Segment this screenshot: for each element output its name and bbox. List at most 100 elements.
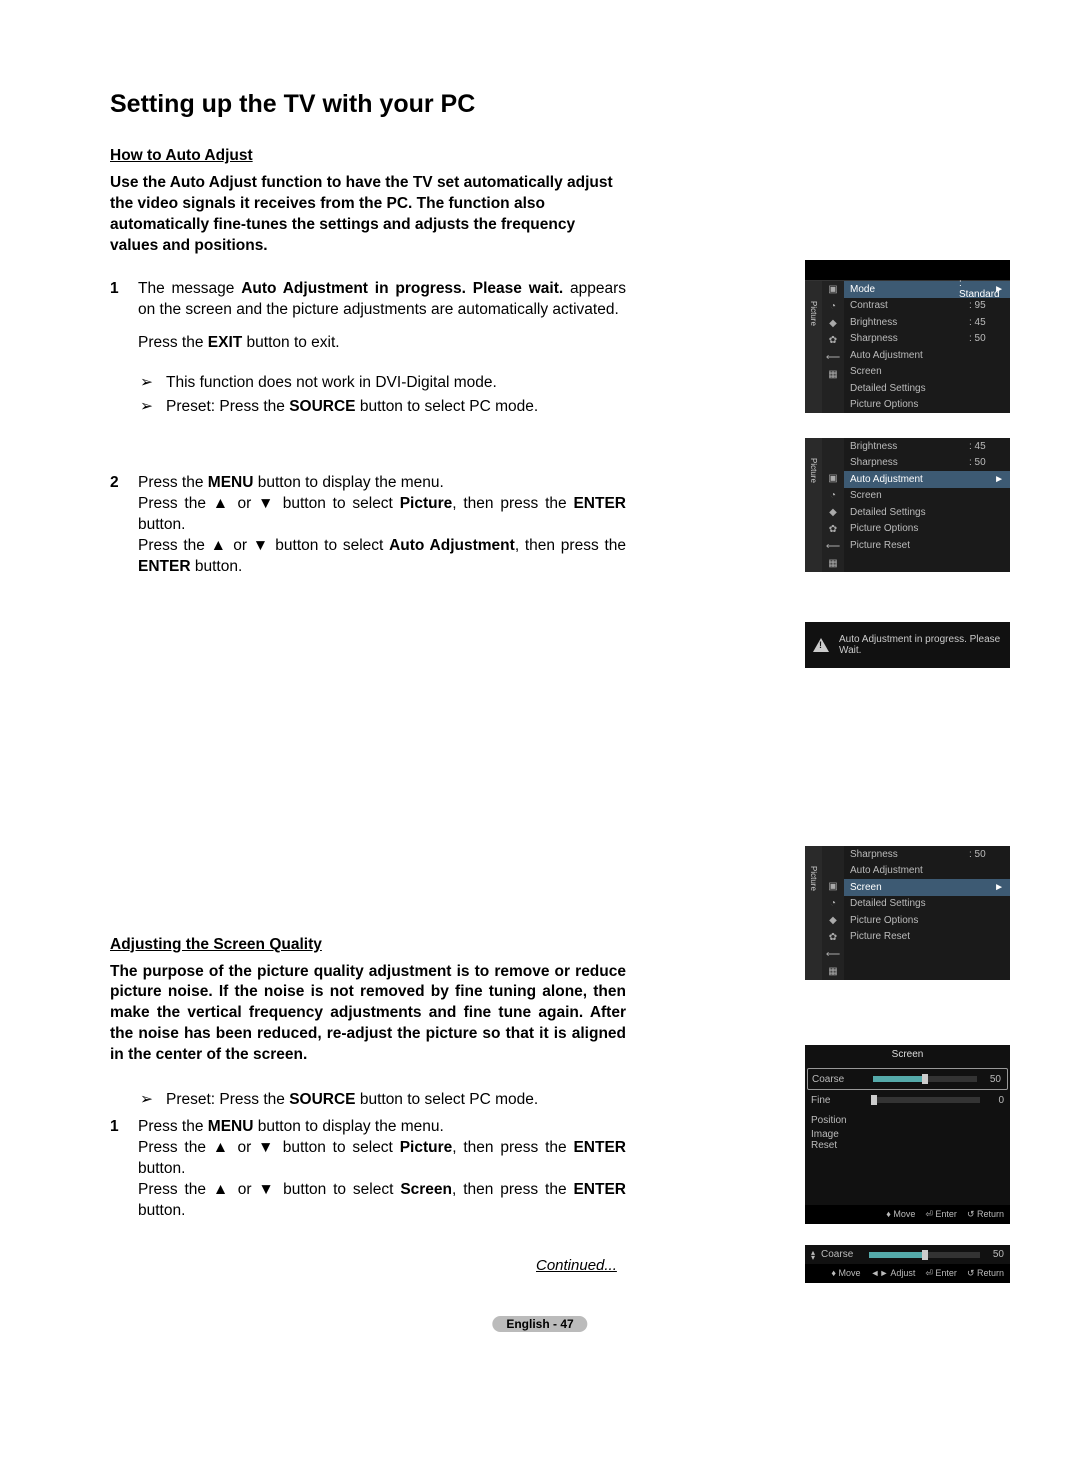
- osd-row[interactable]: Sharpness: 50: [844, 455, 1010, 472]
- step-1: 1 The message Auto Adjustment in progres…: [110, 279, 626, 354]
- step-1b: 1 Press the MENU button to display the m…: [110, 1117, 626, 1222]
- footer-hint: ⏎ Enter: [925, 1209, 957, 1220]
- osd-row[interactable]: Auto Adjustment►: [844, 471, 1010, 488]
- coarse-slider[interactable]: [869, 1252, 980, 1258]
- slider[interactable]: [872, 1097, 980, 1103]
- screen-row[interactable]: Fine 0: [805, 1090, 1010, 1110]
- text-bold: Auto Adjustment in progress. Please wait…: [241, 280, 563, 297]
- intro-text: Use the Auto Adjust function to have the…: [110, 173, 626, 257]
- osd-row[interactable]: Detailed Settings: [844, 504, 1010, 521]
- osd-row[interactable]: Picture Reset: [844, 537, 1010, 554]
- osd-row[interactable]: Auto Adjustment: [844, 863, 1010, 880]
- osd-row-label: Picture Options: [850, 399, 1004, 410]
- text-bold: MENU: [208, 1118, 254, 1135]
- osd-row[interactable]: Screen: [844, 364, 1010, 381]
- text: button to exit.: [242, 334, 339, 351]
- step-2: 2 Press the MENU button to display the m…: [110, 473, 626, 578]
- osd-row-label: Picture Options: [850, 523, 1004, 534]
- osd-row[interactable]: Brightness: 45: [844, 314, 1010, 331]
- osd-icon-column: ▣ ◔ ◆ ✿ ⟵ ▦: [822, 438, 844, 572]
- osd-row[interactable]: Sharpness: 50: [844, 846, 1010, 863]
- footer-hint: ♦ Move: [886, 1209, 915, 1220]
- text-bold: Picture: [400, 1139, 453, 1156]
- channel-icon: ◆: [822, 504, 844, 521]
- step-number: 1: [110, 279, 124, 354]
- osd-row[interactable]: Screen: [844, 488, 1010, 505]
- text-bold: MENU: [208, 474, 254, 491]
- osd-coarse: ▴▾ Coarse 50 ♦ Move◄► Adjust⏎ Enter↺ Ret…: [805, 1245, 1010, 1283]
- osd-row-label: Brightness: [850, 441, 969, 452]
- text: button to display the menu.: [253, 474, 443, 491]
- subheading-screen-quality: Adjusting the Screen Quality: [110, 936, 626, 954]
- osd-content: Brightness: 45Sharpness: 50Auto Adjustme…: [844, 438, 1010, 572]
- updown-icon: ▴▾: [811, 1250, 815, 1260]
- osd-screen-settings: Screen Coarse50Fine0PositionImage Reset …: [805, 1045, 1010, 1224]
- text-bold: ENTER: [573, 1181, 626, 1198]
- osd-row-value: : 50: [969, 457, 1004, 468]
- step-number: 1: [110, 1117, 124, 1222]
- note-text: This function does not work in DVI-Digit…: [166, 371, 497, 394]
- slider-value: 50: [983, 1074, 1001, 1085]
- note-arrow-icon: ➢: [140, 1088, 158, 1111]
- osd-row[interactable]: Auto Adjustment: [844, 347, 1010, 364]
- osd-row-label: Auto Adjustment: [850, 474, 994, 485]
- slider-label: Position: [811, 1115, 866, 1126]
- text: Press the: [138, 1118, 208, 1135]
- osd-row[interactable]: Picture Options: [844, 521, 1010, 538]
- osd-row[interactable]: Mode: Standard►: [844, 281, 1010, 298]
- osd-row-label: Screen: [850, 490, 1004, 501]
- osd-row[interactable]: Detailed Settings: [844, 380, 1010, 397]
- osd-row-value: : 50: [969, 849, 1004, 860]
- note-list: ➢ Preset: Press the SOURCE button to sele…: [140, 1088, 626, 1111]
- osd-row[interactable]: Picture Reset: [844, 929, 1010, 946]
- osd-content: Mode: Standard►Contrast: 95Brightness: 4…: [844, 281, 1010, 413]
- slider[interactable]: [873, 1076, 977, 1082]
- slider-label: Fine: [811, 1095, 866, 1106]
- screen-row[interactable]: Image Reset: [805, 1130, 1010, 1150]
- osd-row[interactable]: Screen►: [844, 879, 1010, 896]
- osd-icon-column: ▣ ◔ ◆ ✿ ⟵ ▦: [822, 846, 844, 980]
- osd-auto-adjustment: Picture ▣ ◔ ◆ ✿ ⟵ ▦ Brightness: 45Sharpn…: [805, 438, 1010, 572]
- osd-side-label: Picture: [809, 301, 818, 326]
- continued-text: Continued...: [536, 1257, 617, 1274]
- channel-icon: ◆: [822, 315, 844, 332]
- osd-row[interactable]: Detailed Settings: [844, 896, 1010, 913]
- slider-label: Coarse: [812, 1074, 867, 1085]
- app-icon: ▦: [822, 963, 844, 980]
- text: , then press the: [452, 1181, 573, 1198]
- sound-icon: ◔: [822, 487, 844, 504]
- arrow-right-icon: ►: [994, 882, 1004, 893]
- osd-row[interactable]: Picture Options: [844, 397, 1010, 414]
- osd-row-label: Picture Options: [850, 915, 1004, 926]
- osd-warning: Auto Adjustment in progress. Please Wait…: [805, 622, 1010, 668]
- page-footer: English - 47: [492, 1316, 587, 1332]
- osd-row[interactable]: Picture Options: [844, 912, 1010, 929]
- osd-row-value: : 45: [969, 441, 1004, 452]
- subheading-auto-adjust: How to Auto Adjust: [110, 147, 626, 165]
- note-list: ➢This function does not work in DVI-Digi…: [140, 371, 626, 418]
- sound-icon: ◔: [822, 895, 844, 912]
- setup-icon: ✿: [822, 521, 844, 538]
- text: Press the ▲ or ▼ button to select: [138, 1139, 400, 1156]
- note-text: Preset: Press the SOURCE button to selec…: [166, 1088, 538, 1111]
- osd-row-value: : 95: [969, 300, 1004, 311]
- osd-row-value: : 45: [969, 317, 1004, 328]
- screen-row[interactable]: Position: [805, 1110, 1010, 1130]
- footer-hint: ⏎ Enter: [925, 1268, 957, 1279]
- osd-side-label: Picture: [809, 866, 818, 891]
- osd-row[interactable]: Contrast: 95: [844, 298, 1010, 315]
- arrow-right-icon: ►: [994, 474, 1004, 485]
- osd-row[interactable]: Sharpness: 50: [844, 331, 1010, 348]
- osd-row-label: Screen: [850, 366, 1004, 377]
- slider-value: 0: [986, 1095, 1004, 1106]
- footer-hint: ♦ Move: [831, 1268, 860, 1279]
- panel-title: Screen: [805, 1045, 1010, 1068]
- screen-row[interactable]: Coarse 50: [807, 1068, 1008, 1090]
- text-bold: Screen: [400, 1181, 452, 1198]
- osd-row[interactable]: Brightness: 45: [844, 438, 1010, 455]
- text: The message: [138, 280, 241, 297]
- text: Press the ▲ or ▼ button to select: [138, 537, 389, 554]
- text-bold: ENTER: [138, 558, 191, 575]
- panel-footer: ♦ Move⏎ Enter↺ Return: [805, 1205, 1010, 1224]
- text: button to display the menu.: [253, 1118, 443, 1135]
